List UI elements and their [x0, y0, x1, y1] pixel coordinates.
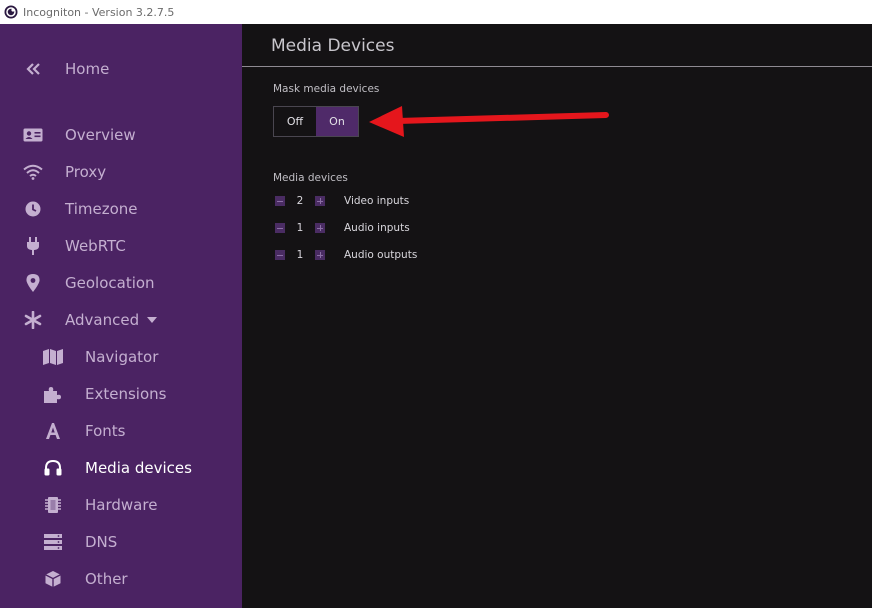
mask-off-button[interactable]: Off	[274, 107, 316, 136]
mask-media-devices-toggle: Off On	[273, 106, 359, 137]
increment-button[interactable]	[315, 223, 325, 233]
wifi-icon	[22, 161, 44, 183]
sidebar-item-label: DNS	[85, 533, 118, 551]
mask-media-devices-label: Mask media devices	[273, 83, 380, 95]
sidebar-item-dns[interactable]: DNS	[0, 525, 242, 559]
plus-icon-vertical	[319, 225, 321, 231]
sidebar-item-label: Home	[65, 60, 110, 78]
id-card-icon	[22, 124, 44, 146]
window-titlebar: Incogniton - Version 3.2.7.5	[0, 0, 872, 24]
sidebar-item-other[interactable]: Other	[0, 562, 242, 596]
decrement-button[interactable]	[275, 196, 285, 206]
sidebar-item-label: Proxy	[65, 163, 107, 181]
advanced-label-text: Advanced	[65, 311, 140, 329]
sidebar-item-label: Overview	[65, 126, 136, 144]
main-panel: Media Devices Mask media devices Off On …	[242, 24, 872, 608]
sidebar-item-label: Timezone	[65, 200, 138, 218]
incogniton-logo-icon	[4, 5, 18, 19]
asterisk-icon	[22, 309, 44, 331]
device-row-audio-inputs: 1 Audio inputs	[275, 221, 410, 235]
decrement-button[interactable]	[275, 223, 285, 233]
font-icon	[42, 420, 64, 442]
sidebar-item-label: WebRTC	[65, 237, 126, 255]
sidebar-item-overview[interactable]: Overview	[0, 118, 242, 152]
sidebar-item-navigator[interactable]: Navigator	[0, 340, 242, 374]
device-row-video-inputs: 2 Video inputs	[275, 194, 409, 208]
map-icon	[42, 346, 64, 368]
box-icon	[42, 568, 64, 590]
decrement-button[interactable]	[275, 250, 285, 260]
sidebar-item-label: Navigator	[85, 348, 159, 366]
media-devices-label: Media devices	[273, 172, 348, 184]
sidebar-item-extensions[interactable]: Extensions	[0, 377, 242, 411]
sidebar-item-webrtc[interactable]: WebRTC	[0, 229, 242, 263]
device-label: Audio outputs	[344, 249, 418, 261]
clock-icon	[22, 198, 44, 220]
device-row-audio-outputs: 1 Audio outputs	[275, 248, 417, 262]
puzzle-icon	[42, 383, 64, 405]
increment-button[interactable]	[315, 196, 325, 206]
sidebar-item-label: Other	[85, 570, 128, 588]
minus-icon	[277, 254, 283, 256]
minus-icon	[277, 200, 283, 202]
sidebar-item-geolocation[interactable]: Geolocation	[0, 266, 242, 300]
device-count: 2	[296, 195, 304, 207]
sidebar-item-label: Advanced	[65, 311, 158, 329]
device-label: Video inputs	[344, 195, 410, 207]
title-divider	[242, 66, 872, 67]
headphones-icon	[42, 457, 64, 479]
sidebar-item-home[interactable]: Home	[0, 52, 242, 86]
sidebar: Home Overview Proxy Timezone WebRTC Geol…	[0, 24, 242, 608]
sidebar-item-label: Fonts	[85, 422, 126, 440]
sidebar-item-media-devices[interactable]: Media devices	[0, 451, 242, 485]
server-icon	[42, 531, 64, 553]
sidebar-item-fonts[interactable]: Fonts	[0, 414, 242, 448]
mask-on-button[interactable]: On	[316, 107, 358, 136]
device-count: 1	[296, 222, 304, 234]
plus-icon-vertical	[319, 198, 321, 204]
map-pin-icon	[22, 272, 44, 294]
sidebar-item-label: Geolocation	[65, 274, 155, 292]
sidebar-item-label: Hardware	[85, 496, 158, 514]
minus-icon	[277, 227, 283, 229]
sidebar-item-label: Extensions	[85, 385, 167, 403]
device-label: Audio inputs	[344, 222, 410, 234]
window-title: Incogniton - Version 3.2.7.5	[23, 5, 175, 19]
increment-button[interactable]	[315, 250, 325, 260]
sidebar-item-label: Media devices	[85, 459, 192, 477]
sidebar-item-proxy[interactable]: Proxy	[0, 155, 242, 189]
chip-icon	[42, 494, 64, 516]
sidebar-item-advanced[interactable]: Advanced	[0, 303, 242, 337]
caret-down-icon	[147, 316, 158, 323]
sidebar-item-timezone[interactable]: Timezone	[0, 192, 242, 226]
page-title: Media Devices	[271, 36, 395, 56]
device-count: 1	[296, 249, 304, 261]
plus-icon-vertical	[319, 252, 321, 258]
double-chevron-left-icon	[22, 58, 44, 80]
plug-icon	[22, 235, 44, 257]
sidebar-item-hardware[interactable]: Hardware	[0, 488, 242, 522]
